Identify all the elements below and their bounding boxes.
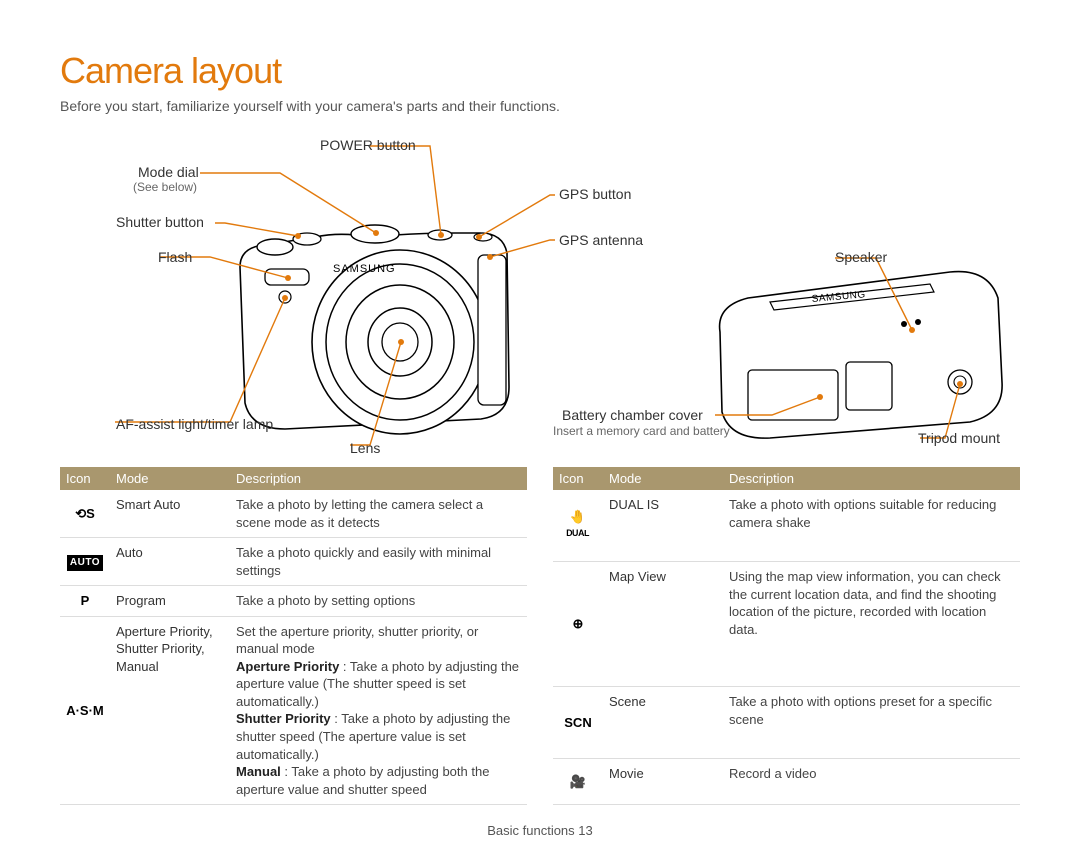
- label-mode-dial-sub: (See below): [133, 180, 197, 194]
- mode-name: Smart Auto: [110, 490, 230, 538]
- svg-text:SAMSUNG: SAMSUNG: [333, 263, 396, 275]
- mode-name: Program: [110, 586, 230, 617]
- label-lens: Lens: [350, 440, 380, 456]
- th-mode: Mode: [110, 467, 230, 490]
- label-mode-dial: Mode dial: [138, 164, 199, 180]
- label-battery-cover: Battery chamber cover: [562, 407, 703, 423]
- mode-name: Map View: [603, 562, 723, 687]
- mode-desc: Take a photo by setting options: [230, 586, 527, 617]
- table-row: SCNSceneTake a photo with options preset…: [553, 687, 1020, 759]
- th-desc: Description: [230, 467, 527, 490]
- mode-tables: Icon Mode Description ⟲SSmart AutoTake a…: [60, 467, 1020, 805]
- page-title: Camera layout: [60, 50, 1020, 92]
- mode-icon: ⊕: [553, 562, 603, 687]
- diagram-area: SAMSUNG SAMSUNG: [60, 122, 1020, 467]
- label-speaker: Speaker: [835, 249, 887, 265]
- page-footer: Basic functions 13: [60, 823, 1020, 838]
- mode-name: Movie: [603, 759, 723, 805]
- mode-desc: Take a photo quickly and easily with min…: [230, 538, 527, 586]
- table-row: AUTOAutoTake a photo quickly and easily …: [60, 538, 527, 586]
- camera-bottom-icon: SAMSUNG: [700, 262, 1020, 452]
- label-tripod: Tripod mount: [918, 430, 1000, 446]
- th-mode: Mode: [603, 467, 723, 490]
- mode-desc: Using the map view information, you can …: [723, 562, 1020, 687]
- mode-name: Scene: [603, 687, 723, 759]
- label-gps-button: GPS button: [559, 186, 631, 202]
- mode-name: Auto: [110, 538, 230, 586]
- mode-desc: Take a photo by letting the camera selec…: [230, 490, 527, 538]
- label-battery-sub: Insert a memory card and battery: [553, 424, 730, 438]
- table-row: ⊕Map ViewUsing the map view information,…: [553, 562, 1020, 687]
- mode-icon: ⟲S: [60, 490, 110, 538]
- intro-text: Before you start, familiarize yourself w…: [60, 98, 1020, 114]
- table-row: PProgramTake a photo by setting options: [60, 586, 527, 617]
- mode-name: DUAL IS: [603, 490, 723, 562]
- th-icon: Icon: [553, 467, 603, 490]
- table-row: A·S·MAperture Priority, Shutter Priority…: [60, 616, 527, 804]
- mode-desc: Record a video: [723, 759, 1020, 805]
- mode-icon: A·S·M: [60, 616, 110, 804]
- label-gps-antenna: GPS antenna: [559, 232, 643, 248]
- mode-desc: Take a photo with options preset for a s…: [723, 687, 1020, 759]
- th-icon: Icon: [60, 467, 110, 490]
- label-af-assist: AF-assist light/timer lamp: [116, 416, 273, 432]
- mode-table-left: Icon Mode Description ⟲SSmart AutoTake a…: [60, 467, 527, 805]
- camera-front-icon: SAMSUNG: [225, 197, 525, 452]
- mode-icon: 🤚ᴰᵁᴬᴸ: [553, 490, 603, 562]
- label-power: POWER button: [320, 137, 416, 153]
- table-row: 🎥MovieRecord a video: [553, 759, 1020, 805]
- label-flash: Flash: [158, 249, 192, 265]
- table-row: 🤚ᴰᵁᴬᴸDUAL ISTake a photo with options su…: [553, 490, 1020, 562]
- label-shutter: Shutter button: [116, 214, 204, 230]
- mode-icon: AUTO: [60, 538, 110, 586]
- mode-desc: Set the aperture priority, shutter prior…: [230, 616, 527, 804]
- mode-icon: P: [60, 586, 110, 617]
- mode-desc: Take a photo with options suitable for r…: [723, 490, 1020, 562]
- mode-icon: SCN: [553, 687, 603, 759]
- mode-name: Aperture Priority, Shutter Priority, Man…: [110, 616, 230, 804]
- mode-table-right: Icon Mode Description 🤚ᴰᵁᴬᴸDUAL ISTake a…: [553, 467, 1020, 805]
- table-row: ⟲SSmart AutoTake a photo by letting the …: [60, 490, 527, 538]
- th-desc: Description: [723, 467, 1020, 490]
- mode-icon: 🎥: [553, 759, 603, 805]
